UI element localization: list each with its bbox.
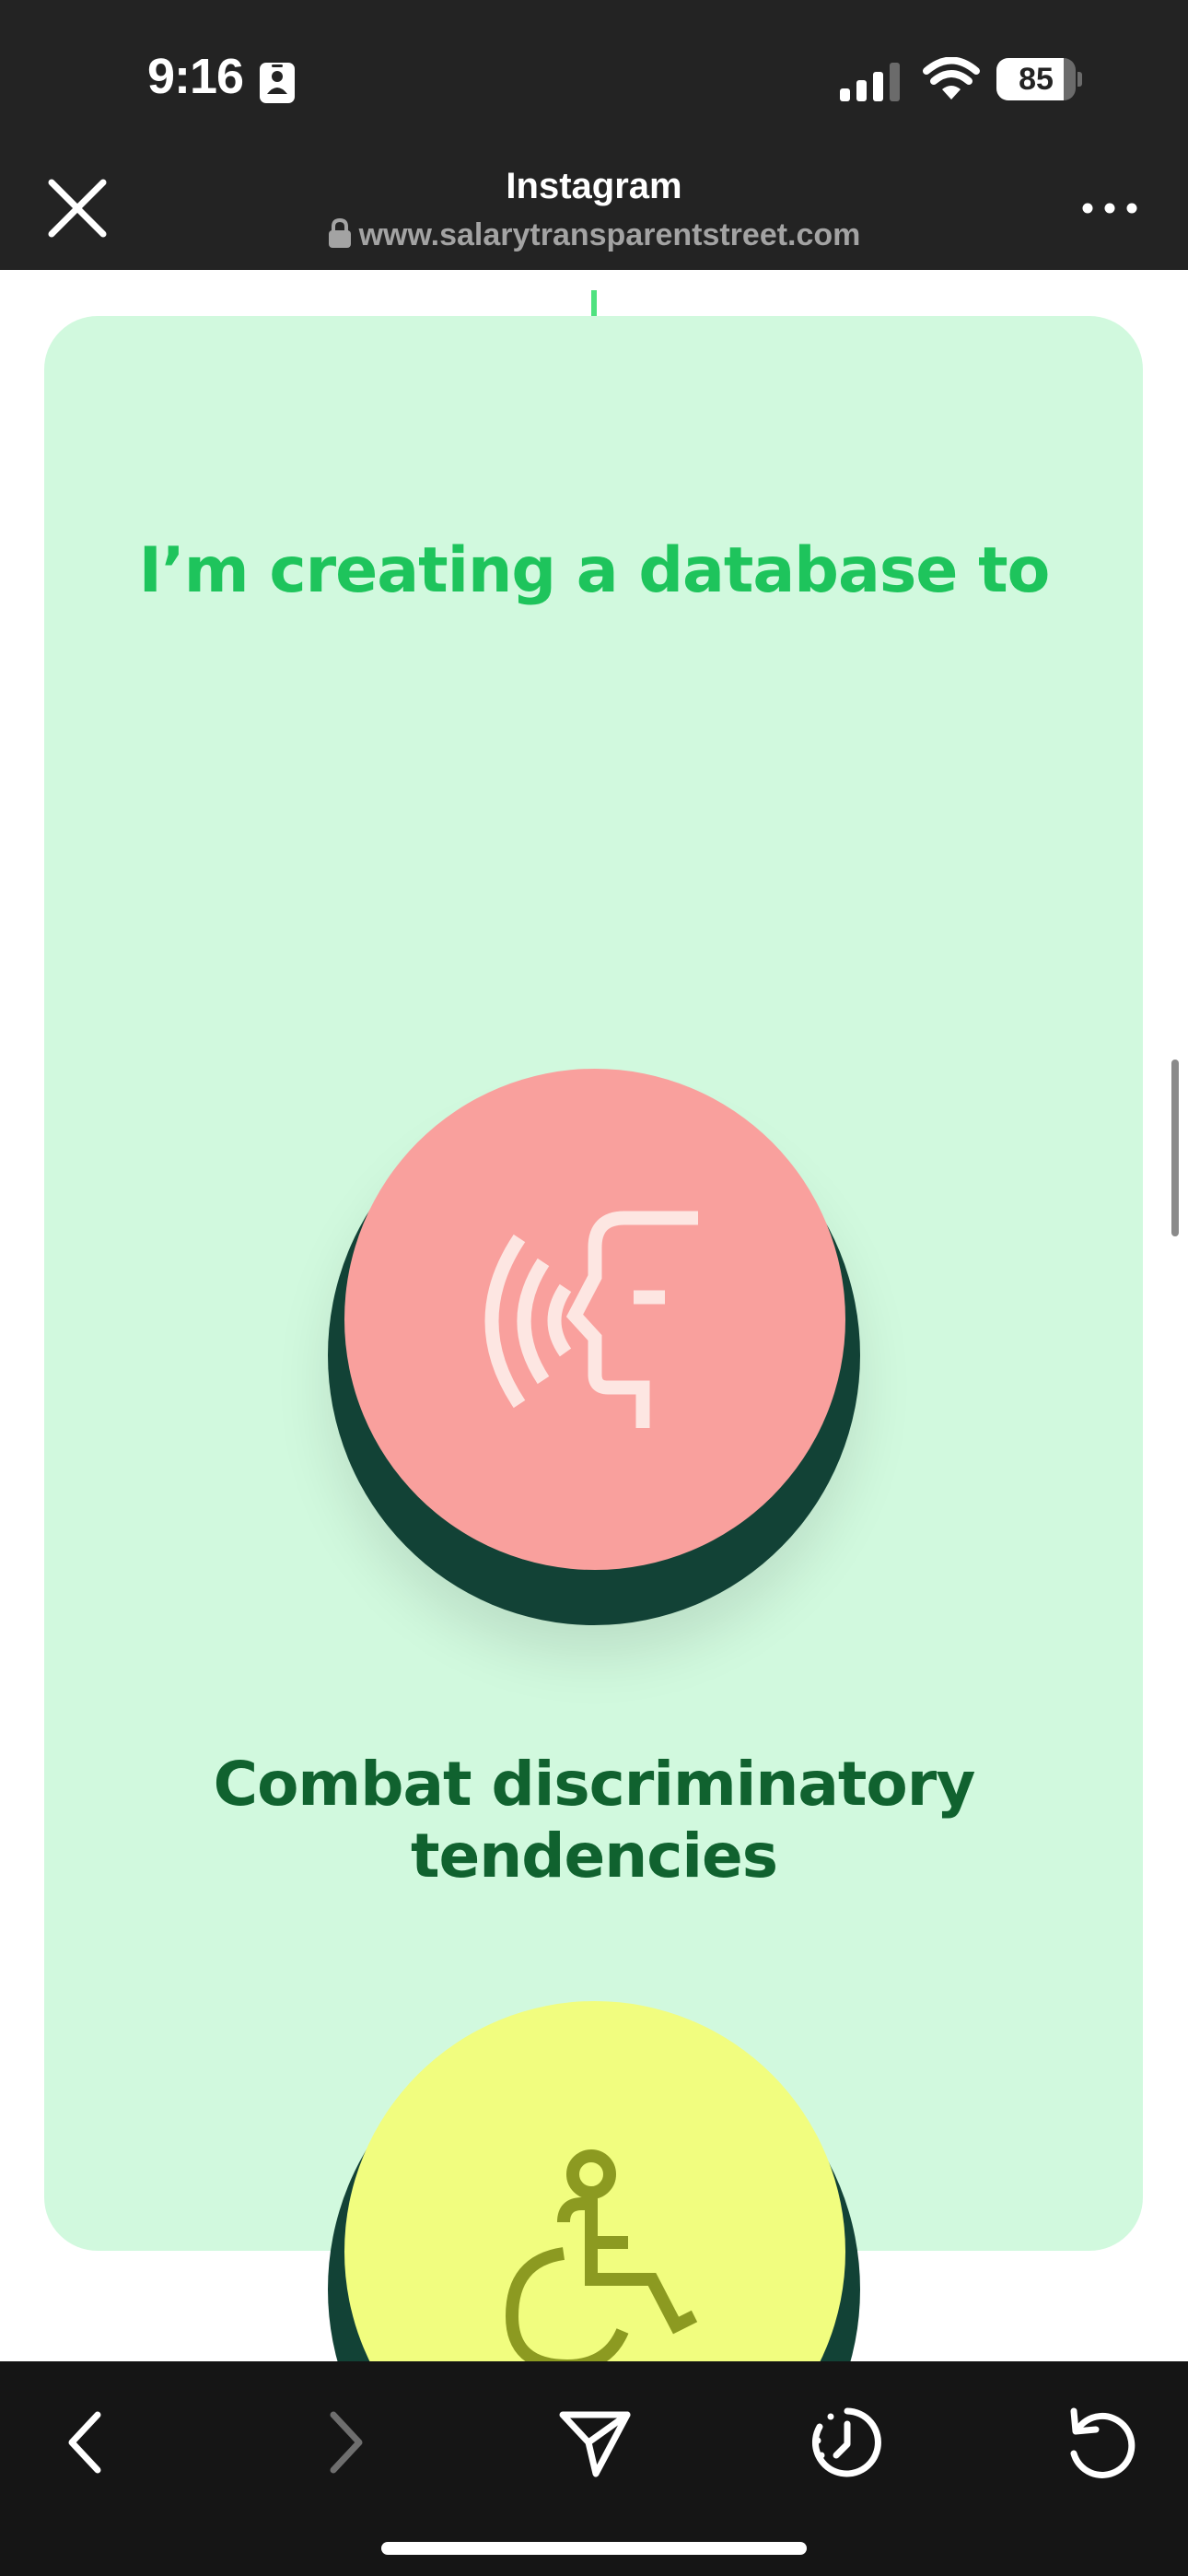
reload-button[interactable]	[1054, 2396, 1146, 2488]
battery-indicator: 85	[996, 58, 1082, 100]
wheelchair-accessibility-icon	[505, 2149, 698, 2370]
back-button[interactable]	[42, 2396, 134, 2488]
item-caption: Combat discriminatory tendencies	[0, 1749, 1188, 1892]
page-title: Instagram	[506, 166, 682, 206]
share-paper-plane-icon	[559, 2411, 631, 2477]
reload-icon	[1070, 2407, 1136, 2478]
caption-line-2: tendencies	[410, 1821, 778, 1891]
url-text: www.salarytransparentstreet.com	[358, 217, 861, 252]
lock-icon	[328, 218, 351, 248]
status-time: 9:16	[147, 49, 244, 104]
battery-icon: 85	[996, 58, 1076, 100]
forward-chevron-icon	[330, 2411, 363, 2474]
history-clock-icon	[811, 2407, 881, 2477]
wifi-icon	[923, 57, 980, 100]
caption-line-1: Combat discriminatory	[213, 1749, 976, 1820]
contact-card-icon	[260, 63, 295, 103]
top-chrome: 9:16 85 Instagram www.salarytransparents…	[0, 0, 1188, 270]
browser-screen: 9:16 85 Instagram www.salarytransparents…	[0, 0, 1188, 2576]
url-display[interactable]: www.salarytransparentstreet.com	[0, 217, 1188, 253]
speaking-head-icon	[484, 1211, 698, 1428]
home-indicator[interactable]	[381, 2542, 807, 2555]
history-button[interactable]	[801, 2396, 893, 2488]
forward-button[interactable]	[297, 2396, 389, 2488]
battery-percent: 85	[1019, 62, 1054, 97]
bottom-toolbar	[0, 2361, 1188, 2576]
battery-cap	[1077, 72, 1082, 87]
share-button[interactable]	[548, 2396, 640, 2488]
cellular-signal-icon	[840, 63, 900, 101]
more-options-icon[interactable]	[1079, 192, 1140, 225]
scroll-indicator[interactable]	[1171, 1060, 1179, 1236]
card-heading: I’m creating a database to	[138, 534, 1051, 607]
back-chevron-icon	[68, 2411, 101, 2474]
